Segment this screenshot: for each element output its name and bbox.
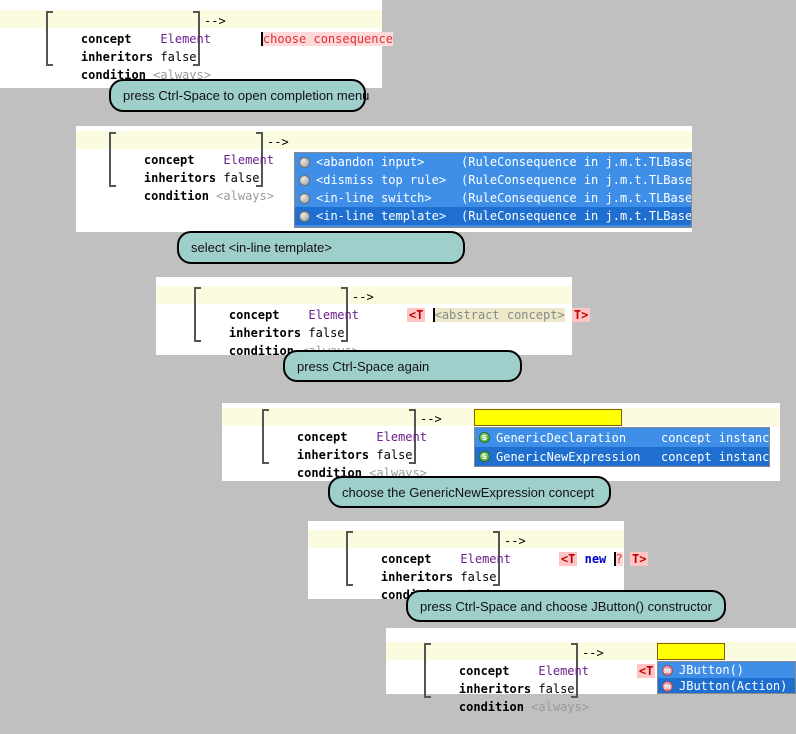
code-row-condition: condition <always>: [430, 680, 589, 714]
editor-panel-step-6: concept Element inheritors false conditi…: [386, 628, 796, 714]
template-close-marker[interactable]: T>: [629, 552, 649, 566]
arrow-glyph-step-5: -->: [504, 534, 526, 548]
template-open-marker[interactable]: <T: [558, 552, 578, 566]
concept-icon: S: [479, 432, 490, 443]
template-close-marker[interactable]: T>: [571, 308, 591, 322]
template-slot-step-3[interactable]: <T <abstract concept> T>: [378, 288, 591, 322]
editor-panel-step-4: concept Element inheritors false conditi…: [222, 403, 780, 481]
arrow-glyph-step-2: -->: [267, 135, 289, 149]
completion-item[interactable]: m JButton(): [658, 662, 795, 678]
code-row-inheritors: inheritors false: [352, 550, 497, 584]
completion-popup-step-4[interactable]: S GenericDeclaration concept instance S …: [474, 427, 770, 467]
value-always: <always>: [531, 700, 589, 714]
consequence-slot-step-2[interactable]: <in-line template>: [294, 133, 457, 168]
value-always: <always>: [216, 189, 274, 203]
completion-detail: concept instance: [661, 430, 770, 445]
constructor-name-input[interactable]: JButton: [657, 643, 741, 678]
arrow-glyph-step-6: -->: [582, 646, 604, 660]
completion-item-selected[interactable]: m JButton(Action): [658, 678, 795, 693]
method-icon: m: [662, 680, 673, 692]
callout-step-4: choose the GenericNewExpression concept: [328, 476, 611, 508]
template-open-marker[interactable]: <T: [636, 664, 656, 678]
completion-item-selected[interactable]: S GenericNewExpression concept instance: [475, 447, 769, 466]
code-row-condition: condition <always>: [200, 324, 359, 358]
code-row-inheritors: inheritors false: [200, 306, 345, 340]
callout-text: choose the GenericNewExpression concept: [342, 484, 595, 500]
template-close-marker[interactable]: >: [624, 410, 665, 444]
new-keyword: new: [584, 552, 607, 566]
completion-item[interactable]: <dismiss top rule> (RuleConsequence in j…: [295, 171, 691, 189]
template-open-marker[interactable]: <T: [406, 308, 426, 322]
completion-item[interactable]: <abandon input> (RuleConsequence in j.m.…: [295, 153, 691, 171]
code-row-inheritors: inheritors false: [115, 151, 260, 185]
code-row-inheritors: inheritors false: [268, 428, 413, 462]
bullet-icon: [299, 174, 310, 186]
code-row-condition: condition <always>: [352, 568, 511, 602]
completion-label: JButton(Action): [679, 679, 788, 693]
completion-item[interactable]: <in-line switch> (RuleConsequence in j.m…: [295, 189, 691, 207]
bullet-icon: [299, 210, 310, 222]
code-row-condition: condition <always>: [52, 48, 211, 82]
editor-panel-step-1: concept Element inheritors false conditi…: [0, 0, 393, 88]
arrow-glyph-step-4: -->: [420, 412, 442, 426]
concept-name-input[interactable]: Generi: [474, 409, 622, 444]
editor-panel-step-3: concept Element inheritors false conditi…: [156, 277, 591, 358]
completion-detail: (RuleConsequence in j.m.t.TLBase): [461, 191, 692, 205]
code-row-inheritors: inheritors false: [52, 30, 197, 64]
consequence-placeholder[interactable]: choose consequence: [262, 32, 393, 46]
code-row-concept: concept Element: [430, 644, 589, 678]
code-row-concept: concept Element: [200, 288, 359, 322]
callout-text: press Ctrl-Space and choose JButton() co…: [420, 598, 712, 614]
completion-detail: (RuleConsequence in j.m.t.TLBase): [461, 155, 692, 169]
completion-label: <dismiss top rule>: [316, 173, 447, 187]
code-row-condition: condition <always>: [115, 169, 274, 203]
code-row-concept: concept Element: [268, 410, 427, 444]
completion-label: GenericDeclaration: [496, 430, 627, 445]
code-row-inheritors: inheritors false: [430, 662, 575, 696]
abstract-concept-placeholder[interactable]: <abstract concept>: [434, 308, 565, 322]
editor-panel-step-5: concept Element inheritors false conditi…: [308, 521, 649, 602]
completion-popup-step-2[interactable]: <abandon input> (RuleConsequence in j.m.…: [294, 152, 692, 228]
label-condition: condition: [143, 189, 209, 203]
completion-label: <in-line template>: [316, 209, 447, 223]
callout-step-2: select <in-line template>: [177, 231, 465, 264]
concept-icon: S: [479, 451, 490, 462]
consequence-slot-step-1[interactable]: choose consequence: [232, 12, 393, 46]
completion-detail: (RuleConsequence in j.m.t.TLBase): [461, 173, 692, 187]
template-slot-step-5[interactable]: <T new ? T>: [530, 532, 649, 566]
code-row-concept: concept Element: [352, 532, 511, 566]
bullet-icon: [299, 156, 310, 168]
label-condition: condition: [458, 700, 524, 714]
editor-panel-step-2: concept Element inheritors false conditi…: [76, 126, 692, 232]
completion-item[interactable]: S GenericDeclaration concept instance: [475, 428, 769, 447]
callout-step-5: press Ctrl-Space and choose JButton() co…: [406, 590, 726, 622]
callout-text: select <in-line template>: [191, 240, 332, 255]
method-icon: m: [662, 664, 673, 676]
completion-label: JButton(): [679, 663, 745, 677]
code-row-condition: condition <always>: [268, 446, 427, 480]
callout-text: press Ctrl-Space to open completion menu: [123, 88, 370, 103]
callout-text: press Ctrl-Space again: [297, 358, 430, 374]
completion-label: GenericNewExpression: [496, 449, 641, 464]
completion-detail: (RuleConsequence in j.m.t.TLBase): [461, 209, 692, 223]
code-row-concept: concept Element: [115, 133, 274, 167]
expression-hole[interactable]: ?: [615, 552, 623, 566]
arrow-glyph-step-3: -->: [352, 290, 374, 304]
completion-label: <abandon input>: [316, 155, 425, 169]
completion-detail: concept instance: [661, 449, 770, 464]
completion-item-selected[interactable]: <in-line template> (RuleConsequence in j…: [295, 207, 691, 225]
callout-step-1: press Ctrl-Space to open completion menu: [109, 79, 370, 112]
arrow-glyph-step-1: -->: [204, 14, 226, 28]
completion-popup-step-6[interactable]: m JButton() m JButton(Action): [657, 661, 796, 694]
completion-label: <in-line switch>: [316, 191, 432, 205]
bullet-icon: [299, 192, 310, 204]
code-row-concept: concept Element: [52, 12, 211, 46]
callout-step-3: press Ctrl-Space again: [283, 350, 522, 382]
